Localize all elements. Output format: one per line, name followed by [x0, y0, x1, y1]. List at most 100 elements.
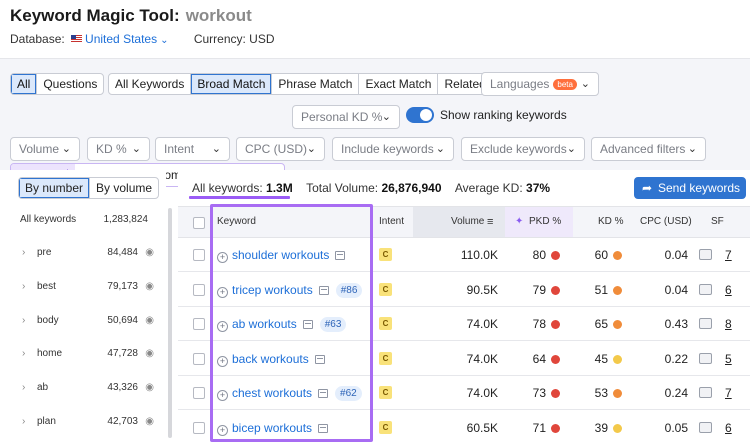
group-item[interactable]: › ab 43,326 ◉ [10, 378, 158, 398]
serp-icon[interactable] [314, 354, 325, 364]
add-icon[interactable]: + [217, 321, 228, 333]
select-all-checkbox[interactable] [193, 217, 205, 229]
eye-icon[interactable]: ◉ [145, 243, 154, 263]
send-keywords-button[interactable]: ➦ Send keywords [634, 177, 746, 199]
sort-icon[interactable]: ≡ [487, 207, 493, 237]
serp-features-count[interactable]: 7 [725, 376, 732, 410]
eye-icon[interactable]: ◉ [145, 277, 154, 297]
group-item[interactable]: › body 50,694 ◉ [10, 311, 158, 331]
advanced-filters[interactable]: Advanced filters ⌄ [591, 137, 706, 161]
serp-features-count[interactable]: 8 [725, 307, 732, 341]
personal-kd-dropdown[interactable]: Personal KD % ⌄ [292, 105, 400, 129]
include-keywords-filter[interactable]: Include keywords ⌄ [332, 137, 454, 161]
rank-badge: #62 [335, 386, 362, 402]
serp-icon[interactable] [302, 320, 313, 330]
tab-all[interactable]: All [11, 74, 38, 94]
group-item[interactable]: › pre 84,484 ◉ [10, 243, 158, 263]
serp-features-icon[interactable] [699, 352, 712, 364]
volume-filter[interactable]: Volume ⌄ [10, 137, 80, 161]
chevron-right-icon: › [22, 315, 26, 326]
serp-icon[interactable] [318, 389, 329, 399]
add-icon[interactable]: + [217, 355, 228, 367]
serp-features-icon[interactable] [699, 283, 712, 295]
eye-icon[interactable]: ◉ [145, 311, 154, 331]
row-checkbox[interactable] [193, 283, 205, 296]
serp-icon[interactable] [335, 251, 346, 260]
pkd-value: 71 [532, 421, 546, 435]
row-checkbox[interactable] [193, 249, 205, 261]
keyword-link[interactable]: shoulder workouts [232, 248, 329, 262]
eye-icon[interactable]: ◉ [145, 344, 154, 364]
languages-dropdown[interactable]: Languages beta ⌄ [481, 72, 599, 96]
rank-badge: #63 [319, 317, 347, 333]
eye-icon[interactable]: ◉ [145, 378, 154, 398]
keyword-link[interactable]: back workouts [232, 352, 309, 366]
group-item[interactable]: › home 47,728 ◉ [10, 344, 158, 364]
exclude-keywords-filter[interactable]: Exclude keywords ⌄ [461, 137, 585, 161]
table-row[interactable]: + ab workouts #63 C 74.0K 78 65 0.43 8 [178, 307, 750, 342]
chevron-right-icon: › [22, 416, 26, 427]
all-keywords-label: All keywords: [192, 181, 263, 195]
pkd-indicator-dot [551, 424, 560, 433]
table-row[interactable]: + tricep workouts #86 C 90.5K 79 51 0.04 6 [178, 272, 750, 307]
tab-by-volume[interactable]: By volume [90, 178, 158, 198]
table-row[interactable]: + shoulder workouts C 110.0K 80 60 0.04 7 [178, 238, 750, 272]
intent-filter[interactable]: Intent ⌄ [155, 137, 230, 161]
column-volume[interactable]: Volume [451, 207, 484, 237]
average-kd-value: 37% [526, 181, 551, 195]
serp-features-count[interactable]: 7 [725, 238, 732, 272]
tab-broad-match[interactable]: Broad Match [191, 74, 273, 94]
tab-exact-match[interactable]: Exact Match [359, 74, 439, 94]
row-checkbox[interactable] [193, 352, 205, 365]
show-ranking-toggle[interactable] [406, 107, 434, 123]
add-icon[interactable]: + [217, 425, 228, 436]
table-row[interactable]: + back workouts C 74.0K 64 45 0.22 5 [178, 341, 750, 376]
keyword-link[interactable]: bicep workouts [232, 421, 312, 435]
column-kd[interactable]: KD % [598, 207, 624, 237]
keyword-link[interactable]: chest workouts [232, 386, 312, 400]
serp-icon[interactable] [318, 424, 329, 433]
add-icon[interactable]: + [217, 286, 228, 298]
table-row[interactable]: + chest workouts #62 C 74.0K 73 53 0.24 7 [178, 376, 750, 411]
column-pkd[interactable]: PKD % [529, 207, 561, 237]
chevron-down-icon: ⌄ [211, 143, 221, 155]
row-checkbox[interactable] [193, 422, 205, 434]
serp-features-count[interactable]: 5 [725, 342, 732, 376]
group-item[interactable]: › best 79,173 ◉ [10, 277, 158, 297]
table-row[interactable]: + bicep workouts C 60.5K 71 39 0.05 6 [178, 411, 750, 442]
tab-by-number[interactable]: By number [19, 178, 91, 198]
chevron-down-icon: ⌄ [687, 143, 697, 155]
volume-value: 110.0K [460, 248, 498, 262]
serp-icon[interactable] [318, 285, 329, 295]
column-intent[interactable]: Intent [379, 207, 404, 237]
column-cpc[interactable]: CPC (USD) [640, 207, 692, 237]
cpc-filter[interactable]: CPC (USD) ⌄ [236, 137, 325, 161]
keyword-link[interactable]: ab workouts [232, 317, 297, 331]
kd-filter[interactable]: KD % ⌄ [87, 137, 150, 161]
serp-features-icon[interactable] [699, 422, 712, 433]
tab-phrase-match[interactable]: Phrase Match [272, 74, 360, 94]
intent-filter-label: Intent [164, 142, 195, 156]
eye-icon[interactable]: ◉ [145, 412, 154, 432]
serp-features-count[interactable]: 6 [725, 273, 732, 307]
serp-features-count[interactable]: 6 [725, 411, 732, 442]
group-item[interactable]: › plan 42,703 ◉ [10, 412, 158, 432]
tab-questions[interactable]: Questions [37, 74, 103, 94]
match-tabs: All Keywords Broad Match Phrase Match Ex… [108, 73, 493, 95]
serp-features-icon[interactable] [699, 318, 712, 330]
sidebar-scrollbar[interactable] [168, 208, 172, 438]
row-checkbox[interactable] [193, 318, 205, 331]
column-keyword[interactable]: Keyword [217, 207, 256, 237]
row-checkbox[interactable] [193, 387, 205, 400]
chevron-down-icon: ⌄ [566, 143, 576, 155]
serp-features-icon[interactable] [699, 249, 712, 260]
add-icon[interactable]: + [217, 252, 228, 263]
tab-all-keywords[interactable]: All Keywords [109, 74, 192, 94]
keyword-link[interactable]: tricep workouts [232, 283, 313, 297]
cpc-value: 0.24 [664, 386, 688, 401]
database-selector[interactable]: United States ⌄ [68, 32, 168, 46]
chevron-down-icon: ⌄ [160, 35, 169, 46]
column-sf[interactable]: SF [711, 207, 724, 237]
serp-features-icon[interactable] [699, 387, 712, 399]
add-icon[interactable]: + [217, 390, 228, 402]
